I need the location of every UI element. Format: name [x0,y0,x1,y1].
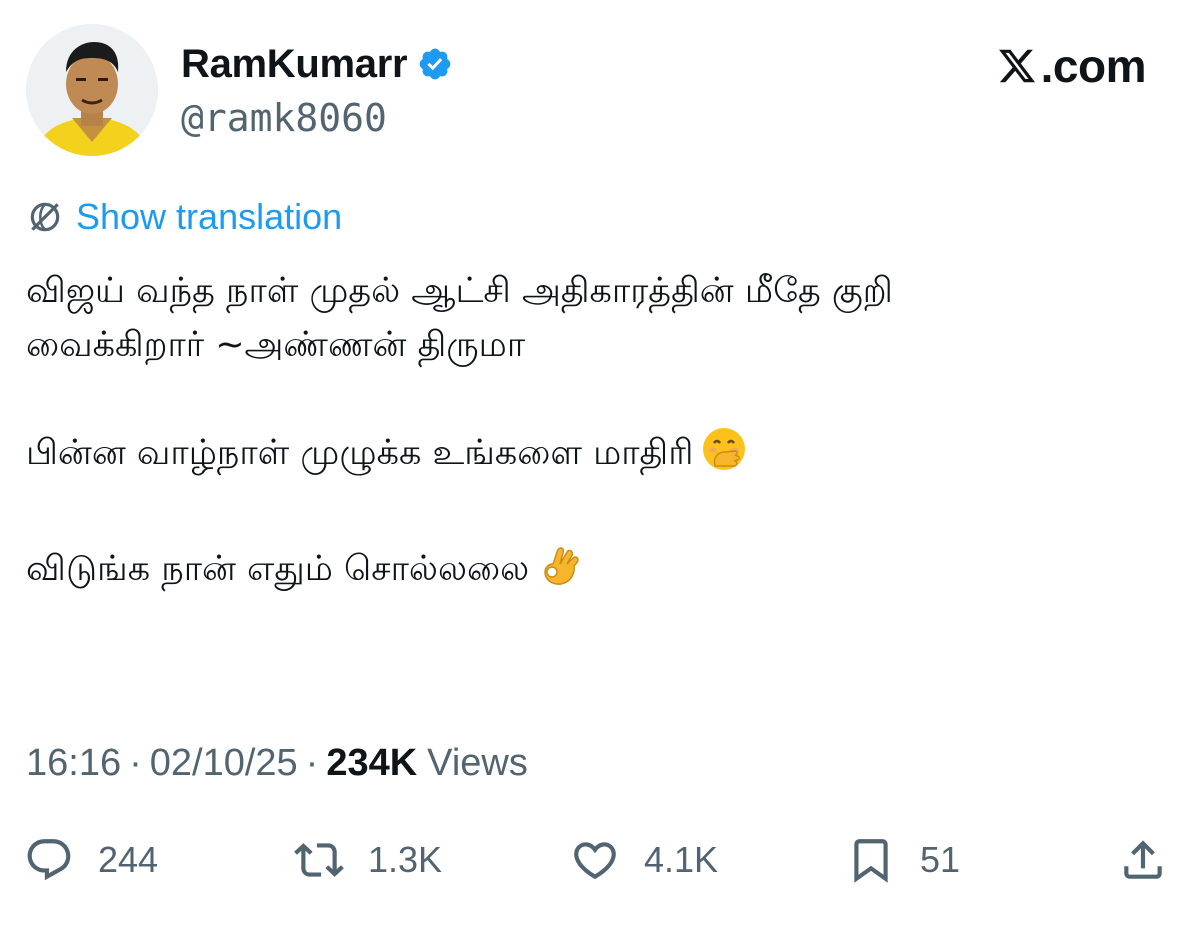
brand-watermark: .com [997,38,1147,94]
avatar[interactable] [26,24,158,156]
meta-separator: · [129,741,142,784]
tweet-date[interactable]: 02/10/25 [150,742,298,785]
like-button[interactable]: 4.1K [570,830,718,890]
repost-icon [294,843,344,877]
share-button[interactable] [1118,830,1168,890]
tweet-time[interactable]: 16:16 [26,742,121,785]
author-handle[interactable]: @ramk8060 [181,96,387,140]
action-bar: 244 1.3K 4.1K 51 [0,830,1200,890]
verified-badge-icon [419,48,451,80]
bookmark-icon [854,839,888,883]
tweet-line-with-emoji: விடுங்க நான் எதும் சொல்லலை [26,542,1176,604]
bookmark-count: 51 [920,839,961,880]
tweet-line: விடுங்க நான் எதும் சொல்லலை [26,549,530,589]
share-icon [1124,840,1162,879]
tweet-meta: 16:16 · 02/10/25 · 234K Views [26,738,528,788]
tweet-text: விஜய் வந்த நாள் முதல் ஆட்சி அதிகாரத்தின்… [26,264,1176,604]
tweet-line: பின்ன வாழ்நாள் முழுக்க உங்களை மாதிரி [26,433,694,473]
tweet-line-with-emoji: பின்ன வாழ்நாள் முழுக்க உங்களை மாதிரி [26,426,1176,488]
face-with-hand-over-mouth-icon [701,426,747,488]
profile-photo-icon [26,24,158,156]
like-count: 4.1K [644,839,719,880]
author-name[interactable]: RamKumarr [181,42,408,87]
ok-hand-icon [537,542,583,604]
reply-button[interactable]: 244 [24,830,158,890]
reply-count: 244 [98,839,159,880]
repost-count: 1.3K [368,839,443,880]
reply-icon [27,839,71,881]
heart-icon [574,842,616,880]
tweet-card: RamKumarr @ramk8060 .com Show translatio… [0,0,1200,932]
views-label[interactable]: Views [427,742,528,785]
author-name-row[interactable]: RamKumarr [181,38,453,90]
tweet-line: வைக்கிறார் ~அண்ணன் திருமா [26,325,526,365]
x-logo-icon [998,49,1035,83]
views-count[interactable]: 234K [326,742,417,785]
brand-text: .com [1040,40,1147,92]
meta-separator: · [305,741,319,784]
bookmark-button[interactable]: 51 [846,830,960,890]
show-translation-button[interactable]: Show translation [26,194,342,240]
repost-button[interactable]: 1.3K [294,830,442,890]
show-translation-label[interactable]: Show translation [76,196,342,238]
globe-icon [30,202,60,232]
tweet-line: விஜய் வந்த நாள் முதல் ஆட்சி அதிகாரத்தின்… [26,271,893,311]
